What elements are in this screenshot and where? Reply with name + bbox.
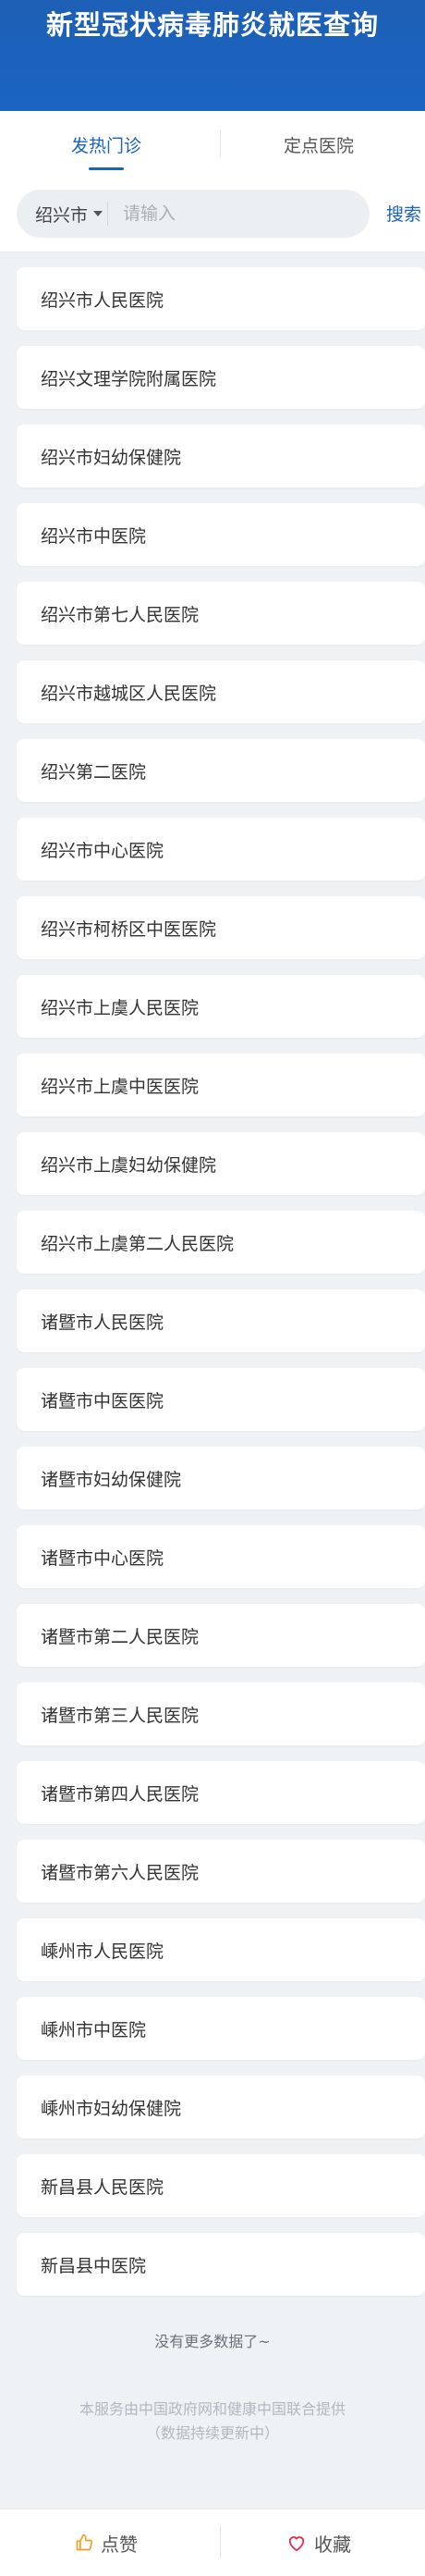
search-bar: 绍兴市 搜索 bbox=[0, 178, 425, 253]
footer-line-2: （数据持续更新中） bbox=[145, 2424, 279, 2442]
hospital-name: 新昌县中医院 bbox=[41, 2255, 147, 2276]
search-separator bbox=[107, 202, 108, 226]
hospital-card[interactable]: 绍兴市上虞中医医院 bbox=[17, 1054, 425, 1116]
footer-note: 本服务由中国政府网和健康中国联合提供 （数据持续更新中） bbox=[0, 2397, 425, 2446]
hospital-card[interactable]: 新昌县人民医院 bbox=[17, 2154, 425, 2217]
hospital-card[interactable]: 绍兴市上虞妇幼保健院 bbox=[17, 1132, 425, 1195]
hospital-name: 绍兴市人民医院 bbox=[41, 290, 164, 311]
footer-line-1: 本服务由中国政府网和健康中国联合提供 bbox=[79, 2400, 346, 2418]
hospital-card[interactable]: 绍兴市人民医院 bbox=[17, 267, 425, 330]
tab-designated-hospital[interactable]: 定点医院 bbox=[212, 111, 425, 178]
hospital-name: 绍兴文理学院附属医院 bbox=[41, 368, 217, 389]
hospital-card[interactable]: 绍兴市中医院 bbox=[17, 503, 425, 566]
heart-icon bbox=[288, 2536, 305, 2552]
list-end-text: 没有更多数据了~ bbox=[154, 2333, 271, 2350]
favorite-button[interactable]: 收藏 bbox=[212, 2509, 425, 2576]
hospital-card[interactable]: 绍兴第二医院 bbox=[17, 739, 425, 802]
city-label: 绍兴市 bbox=[35, 204, 89, 226]
hospital-card[interactable]: 绍兴市上虞第二人民医院 bbox=[17, 1211, 425, 1274]
hospital-name: 绍兴市第七人民医院 bbox=[41, 604, 200, 625]
hospital-name: 诸暨市中医医院 bbox=[41, 1390, 164, 1411]
hospital-name: 诸暨市第三人民医院 bbox=[41, 1705, 200, 1726]
hospital-card[interactable]: 绍兴市柯桥区中医医院 bbox=[17, 896, 425, 959]
caret-down-icon bbox=[93, 211, 103, 216]
hospital-card[interactable]: 诸暨市人民医院 bbox=[17, 1289, 425, 1352]
tab-fever-clinic[interactable]: 发热门诊 bbox=[0, 111, 212, 178]
hospital-card[interactable]: 绍兴市第七人民医院 bbox=[17, 582, 425, 645]
search-input[interactable] bbox=[121, 203, 370, 225]
hospital-list: 绍兴市人民医院绍兴文理学院附属医院 绍兴市妇幼保健院 绍兴市中医院绍兴市第七人民医院… bbox=[17, 267, 425, 2311]
hospital-name: 诸暨市人民医院 bbox=[41, 1312, 164, 1333]
hospital-card[interactable]: 绍兴文理学院附属医院 bbox=[17, 346, 425, 409]
hospital-card[interactable]: 嵊州市妇幼保健院 bbox=[17, 2076, 425, 2138]
hospital-name: 绍兴市上虞妇幼保健院 bbox=[41, 1154, 217, 1176]
city-select[interactable]: 绍兴市 bbox=[17, 202, 107, 227]
hospital-name: 绍兴市中心医院 bbox=[41, 840, 164, 861]
hospital-name: 绍兴市妇幼保健院 bbox=[41, 447, 182, 468]
page-header: 新型冠状病毒肺炎就医查询 bbox=[0, 0, 425, 111]
hospital-card[interactable]: 诸暨市第四人民医院 bbox=[17, 1761, 425, 1824]
hospital-name: 绍兴市柯桥区中医医院 bbox=[41, 918, 217, 940]
hospital-card[interactable]: 新昌县中医院 bbox=[17, 2233, 425, 2296]
hospital-name: 诸暨市第四人民医院 bbox=[41, 1783, 200, 1805]
hospital-card[interactable]: 嵊州市人民医院 bbox=[17, 1918, 425, 1981]
hospital-name: 诸暨市中心医院 bbox=[41, 1547, 164, 1569]
bottom-divider bbox=[220, 2525, 221, 2558]
hospital-card[interactable]: 绍兴市中心医院 bbox=[17, 818, 425, 881]
tab-divider bbox=[220, 129, 221, 157]
hospital-name: 诸暨市妇幼保健院 bbox=[41, 1469, 182, 1490]
hospital-name: 绍兴市上虞人民医院 bbox=[41, 997, 200, 1018]
hospital-card[interactable]: 绍兴市上虞人民医院 bbox=[17, 975, 425, 1038]
hospital-name: 诸暨市第二人民医院 bbox=[41, 1626, 200, 1647]
tab-bar: 发热门诊 定点医院 bbox=[0, 111, 425, 179]
page-title: 新型冠状病毒肺炎就医查询 bbox=[45, 9, 379, 41]
hospital-card[interactable]: 诸暨市中心医院 bbox=[17, 1525, 425, 1588]
hospital-name: 嵊州市中医院 bbox=[41, 2019, 147, 2040]
hospital-name: 新昌县人民医院 bbox=[41, 2176, 164, 2198]
hospital-name: 绍兴市上虞第二人民医院 bbox=[41, 1233, 235, 1254]
like-label: 点赞 bbox=[101, 2533, 138, 2556]
hospital-name: 嵊州市人民医院 bbox=[41, 1941, 164, 1962]
hospital-name: 绍兴市上虞中医医院 bbox=[41, 1076, 200, 1097]
bottom-bar: 点赞 收藏 bbox=[0, 2508, 425, 2576]
hospital-card[interactable]: 绍兴市妇幼保健院 bbox=[17, 425, 425, 487]
hospital-name: 诸暨市第六人民医院 bbox=[41, 1862, 200, 1883]
thumbs-up-icon bbox=[76, 2533, 93, 2551]
hospital-card[interactable]: 绍兴市越城区人民医院 bbox=[17, 660, 425, 723]
search-box: 绍兴市 bbox=[17, 190, 370, 238]
hospital-name: 绍兴市越城区人民医院 bbox=[41, 683, 217, 704]
search-button[interactable]: 搜索 bbox=[386, 201, 421, 226]
hospital-card[interactable]: 嵊州市中医院 bbox=[17, 1997, 425, 2060]
hospital-card[interactable]: 诸暨市妇幼保健院 bbox=[17, 1447, 425, 1510]
hospital-card[interactable]: 诸暨市第六人民医院 bbox=[17, 1840, 425, 1903]
favorite-label: 收藏 bbox=[314, 2533, 351, 2556]
hospital-card[interactable]: 诸暨市第二人民医院 bbox=[17, 1604, 425, 1667]
hospital-card[interactable]: 诸暨市中医医院 bbox=[17, 1368, 425, 1431]
hospital-name: 嵊州市妇幼保健院 bbox=[41, 2098, 182, 2119]
like-button[interactable]: 点赞 bbox=[0, 2509, 212, 2576]
hospital-card[interactable]: 诸暨市第三人民医院 bbox=[17, 1682, 425, 1745]
hospital-name: 绍兴第二医院 bbox=[41, 761, 147, 783]
hospital-name: 绍兴市中医院 bbox=[41, 525, 147, 547]
